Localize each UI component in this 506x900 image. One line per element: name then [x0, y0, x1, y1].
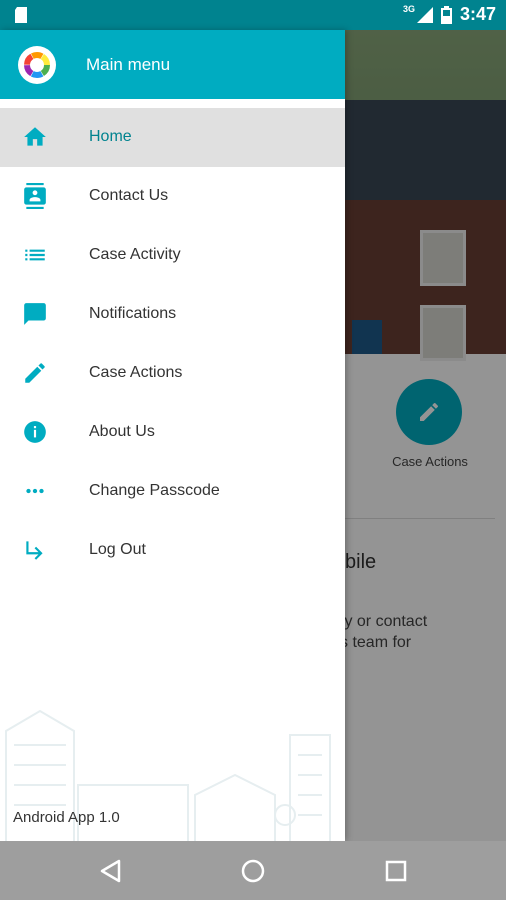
drawer-menu: Home Contact Us Case Activity Notificati…	[0, 108, 345, 580]
menu-item-label: Contact Us	[89, 187, 169, 204]
pencil-icon	[25, 363, 45, 383]
sd-card-icon	[15, 7, 27, 23]
status-indicators: 3G 3:47	[403, 4, 496, 25]
menu-item-label: Case Actions	[89, 364, 183, 381]
contact-card-icon	[24, 183, 46, 209]
menu-item-change-passcode[interactable]: Change Passcode	[0, 462, 345, 521]
menu-item-home[interactable]: Home	[0, 108, 345, 167]
subdirectory-arrow-icon	[26, 541, 43, 560]
drawer-header: Main menu	[0, 30, 345, 99]
battery-icon	[440, 5, 452, 24]
signal-icon	[416, 6, 433, 23]
drawer-title: Main menu	[86, 55, 171, 74]
chat-bubble-icon	[24, 303, 46, 325]
app-logo	[18, 46, 56, 84]
menu-item-notifications[interactable]: Notifications	[0, 285, 345, 344]
menu-item-log-out[interactable]: Log Out	[0, 521, 345, 580]
app-version: Android App 1.0	[13, 809, 120, 826]
menu-item-contact-us[interactable]: Contact Us	[0, 167, 345, 226]
logo-ring-icon	[24, 52, 50, 78]
recents-icon[interactable]	[380, 855, 412, 887]
status-bar: 3G 3:47	[0, 0, 506, 30]
system-nav-bar	[0, 841, 506, 900]
more-horizontal-icon	[26, 488, 44, 494]
menu-item-label: Home	[89, 128, 132, 145]
menu-item-about-us[interactable]: About Us	[0, 403, 345, 462]
info-icon	[24, 421, 46, 443]
menu-item-label: Log Out	[89, 541, 146, 558]
menu-item-case-actions[interactable]: Case Actions	[0, 344, 345, 403]
menu-item-label: Change Passcode	[89, 482, 220, 499]
home-circle-icon[interactable]	[237, 855, 269, 887]
menu-item-label: Notifications	[89, 305, 177, 322]
clock: 3:47	[459, 4, 496, 24]
navigation-drawer: Main menu Home Contact Us Case Activity …	[0, 30, 345, 841]
menu-item-label: Case Activity	[89, 246, 181, 263]
menu-item-case-activity[interactable]: Case Activity	[0, 226, 345, 285]
home-icon	[24, 127, 46, 146]
network-type: 3G	[402, 3, 415, 14]
menu-item-label: About Us	[89, 423, 155, 440]
back-icon[interactable]	[95, 855, 127, 887]
list-icon	[25, 249, 45, 261]
